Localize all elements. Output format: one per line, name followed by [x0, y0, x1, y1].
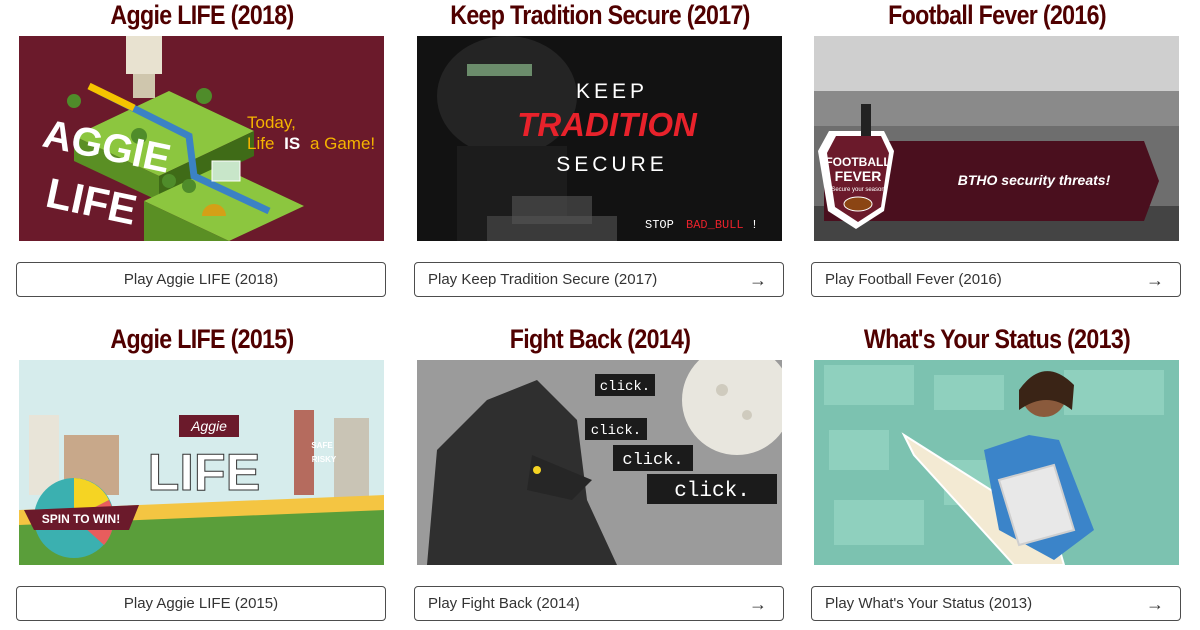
- play-whats-your-status-2013-button[interactable]: Play What's Your Status (2013) →: [811, 586, 1181, 621]
- arrow-right-icon: →: [749, 269, 767, 290]
- keep-tradition-secure-image[interactable]: KEEP TRADITION SECURE STOP BAD_BULL !: [417, 36, 782, 241]
- fever-word: FEVER: [835, 168, 882, 184]
- life-text: Life: [247, 134, 274, 153]
- play-keep-tradition-secure-2017-button[interactable]: Play Keep Tradition Secure (2017) →: [414, 262, 784, 297]
- risky-sign: RISKY: [312, 455, 337, 464]
- play-fight-back-2014-button[interactable]: Play Fight Back (2014) →: [414, 586, 784, 621]
- btho-text: BTHO security threats!: [958, 172, 1111, 188]
- keep-word: KEEP: [576, 80, 648, 103]
- game-title: Aggie LIFE (2015): [110, 324, 294, 354]
- game-title: Aggie LIFE (2018): [110, 0, 294, 30]
- stop-text: STOP: [645, 218, 674, 232]
- fight-back-image[interactable]: click. click. click. click.: [417, 360, 782, 565]
- play-button-label: Play What's Your Status (2013): [825, 595, 1033, 612]
- arrow-right-icon: →: [1146, 593, 1164, 614]
- game-title: Keep Tradition Secure (2017): [450, 0, 750, 30]
- play-button-label: Play Football Fever (2016): [825, 271, 1002, 288]
- tradition-word: TRADITION: [517, 106, 698, 143]
- football-word: FOOTBALL: [825, 155, 890, 169]
- a-game-text: a Game!: [310, 134, 375, 153]
- exclamation-text: !: [751, 218, 758, 232]
- arrow-right-icon: →: [749, 593, 767, 614]
- spin-to-win-text: SPIN TO WIN!: [42, 512, 120, 526]
- whats-your-status-image[interactable]: [814, 360, 1179, 565]
- click-2-text: click.: [591, 423, 641, 439]
- game-title: Football Fever (2016): [888, 0, 1107, 30]
- click-4-text: click.: [674, 480, 750, 503]
- play-button-label: Play Keep Tradition Secure (2017): [428, 271, 658, 288]
- svg-text:Life IS a Game: Life IS a Game!: [247, 134, 375, 153]
- play-aggie-life-2018-button[interactable]: Play Aggie LIFE (2018): [16, 262, 386, 297]
- arrow-right-icon: →: [1146, 269, 1164, 290]
- aggie-life-2015-image[interactable]: Aggie LIFE SPIN TO WIN! SAFE RISKY: [19, 360, 384, 565]
- safe-sign: SAFE: [311, 441, 333, 450]
- game-title: Fight Back (2014): [509, 324, 691, 354]
- click-3-text: click.: [622, 451, 683, 470]
- click-1-text: click.: [600, 379, 650, 395]
- play-football-fever-2016-button[interactable]: Play Football Fever (2016) →: [811, 262, 1181, 297]
- bad-bull-text: BAD_BULL: [686, 218, 744, 232]
- aggie-word: Aggie: [190, 418, 227, 434]
- game-title: What's Your Status (2013): [863, 324, 1131, 354]
- football-fever-image[interactable]: FOOTBALL FEVER Secure your season BTHO s…: [814, 36, 1179, 241]
- play-button-label: Play Aggie LIFE (2018): [123, 271, 279, 288]
- secure-your-season-text: Secure your season: [831, 187, 884, 193]
- secure-word: SECURE: [556, 153, 668, 176]
- play-aggie-life-2015-button[interactable]: Play Aggie LIFE (2015): [16, 586, 386, 621]
- play-button-label: Play Aggie LIFE (2015): [123, 595, 279, 612]
- svg-text:STOP BAD_BULL: STOP BAD_BULL !: [645, 218, 758, 232]
- play-button-label: Play Fight Back (2014): [428, 595, 580, 612]
- life-word: LIFE: [148, 444, 261, 502]
- aggie-life-2018-image[interactable]: AGGIE LIFE Today, Life IS a Game!: [19, 36, 384, 241]
- is-text: IS: [284, 134, 300, 153]
- today-text: Today,: [247, 113, 296, 132]
